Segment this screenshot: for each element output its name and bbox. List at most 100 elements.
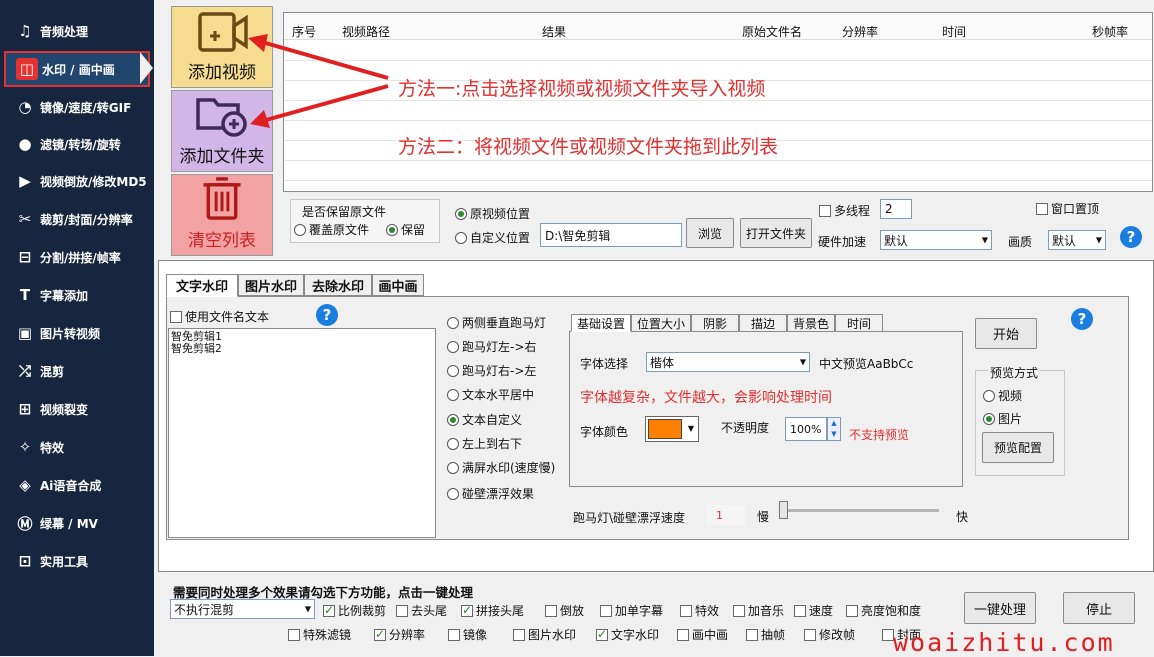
mode-radio-vertical-marquee[interactable]: 两侧垂直跑马灯 xyxy=(447,314,546,331)
mode-radio-marquee-left-right[interactable]: 跑马灯左->右 xyxy=(447,338,536,355)
start-button[interactable]: 开始 xyxy=(975,318,1037,349)
batch-checkbox[interactable]: 特殊滤镜 xyxy=(288,626,351,643)
settings-tab-stroke[interactable]: 描边 xyxy=(739,314,787,332)
batch-checkbox[interactable]: 修改帧 xyxy=(804,626,855,643)
quality-dropdown[interactable]: 默认 ▼ xyxy=(1048,230,1106,250)
sidebar-item[interactable]: ⊡ 实用工具 xyxy=(4,543,150,579)
original-location-radio[interactable]: 原视频位置 xyxy=(455,205,530,222)
sidebar-item[interactable]: ▶ 视频倒放/修改MD5 xyxy=(4,163,150,199)
sidebar-item[interactable]: ⤮ 混剪 xyxy=(4,353,150,389)
settings-tab-time[interactable]: 时间 xyxy=(835,314,883,332)
music-note-icon: ♫ xyxy=(18,22,32,40)
opacity-input[interactable]: 100% xyxy=(785,417,827,441)
sidebar-item[interactable]: ✧ 特效 xyxy=(4,429,150,465)
font-color-picker[interactable]: ▼ xyxy=(645,416,699,442)
sidebar-item-label: 滤镜/转场/旋转 xyxy=(40,137,121,152)
settings-tab-background[interactable]: 背景色 xyxy=(787,314,835,332)
sidebar-item[interactable]: T 字幕添加 xyxy=(4,277,150,313)
font-dropdown[interactable]: 楷体 ▼ xyxy=(646,352,810,372)
sidebar-item[interactable]: ✂ 裁剪/封面/分辨率 xyxy=(4,201,150,237)
batch-checkbox-label: 特殊滤镜 xyxy=(303,628,352,642)
speed-slider-handle[interactable] xyxy=(779,501,788,519)
batch-checkbox-label: 加单字幕 xyxy=(615,604,664,618)
batch-checkbox-label: 文字水印 xyxy=(611,628,660,642)
batch-checkbox-label: 图片水印 xyxy=(528,628,577,642)
tab-picture-in-picture[interactable]: 画中画 xyxy=(372,274,424,296)
stop-button[interactable]: 停止 xyxy=(1063,592,1135,624)
batch-checkbox[interactable]: 文字水印 xyxy=(596,626,659,643)
sidebar-item[interactable]: ▣ 图片转视频 xyxy=(4,315,150,351)
output-path-input[interactable]: D:\智免剪辑 xyxy=(540,223,682,247)
settings-tab-position[interactable]: 位置大小 xyxy=(631,314,691,332)
mode-radio-marquee-right-left[interactable]: 跑马灯右->左 xyxy=(447,362,536,379)
window-top-checkbox[interactable]: 窗口置顶 xyxy=(1036,200,1099,217)
grid-split-icon: ⊞ xyxy=(18,400,32,418)
batch-checkbox[interactable]: 亮度饱和度 xyxy=(846,602,921,619)
mode-radio-fullscreen[interactable]: 满屏水印(速度慢) xyxy=(447,459,555,476)
help-icon[interactable]: ? xyxy=(1120,226,1142,248)
sidebar-item-label: 裁剪/封面/分辨率 xyxy=(40,212,133,227)
batch-checkbox[interactable]: 加单字幕 xyxy=(600,602,663,619)
sidebar-item[interactable]: ⊟ 分割/拼接/帧率 xyxy=(4,239,150,275)
tab-image-watermark[interactable]: 图片水印 xyxy=(238,274,304,296)
thread-count-input[interactable]: 2 xyxy=(880,199,912,219)
subtitle-icon: T xyxy=(19,286,31,304)
watermark-text-area[interactable]: 智免剪辑1 智免剪辑2 xyxy=(168,328,436,538)
mode-radio-diagonal[interactable]: 左上到右下 xyxy=(447,435,522,452)
help-icon[interactable]: ? xyxy=(316,304,338,326)
batch-checkbox[interactable]: 比例裁剪 xyxy=(323,602,386,619)
batch-checkbox[interactable]: 倒放 xyxy=(545,602,584,619)
sidebar-item[interactable]: ● 滤镜/转场/旋转 xyxy=(4,126,150,162)
mode-radio-bounce[interactable]: 碰壁漂浮效果 xyxy=(447,485,534,502)
batch-checkbox[interactable]: 速度 xyxy=(794,602,833,619)
speed-fast-label: 快 xyxy=(956,510,969,524)
clear-list-button[interactable]: 清空列表 xyxy=(171,174,273,256)
column-header-result: 结果 xyxy=(542,25,567,39)
custom-location-radio[interactable]: 自定义位置 xyxy=(455,229,530,246)
speed-slider-track[interactable] xyxy=(779,509,939,512)
browse-button[interactable]: 浏览 xyxy=(686,218,734,248)
sidebar-item-label: 混剪 xyxy=(40,364,65,379)
sidebar-item[interactable]: Ⓜ 绿幕 / MV xyxy=(4,505,150,541)
sidebar-item[interactable]: ◈ Ai语音合成 xyxy=(4,467,150,503)
preview-image-radio[interactable]: 图片 xyxy=(983,410,1022,427)
multithread-checkbox[interactable]: 多线程 xyxy=(819,202,870,219)
use-filename-checkbox[interactable]: 使用文件名文本 xyxy=(170,308,269,325)
batch-checkbox[interactable]: 图片水印 xyxy=(513,626,576,643)
settings-tab-basic[interactable]: 基础设置 xyxy=(571,314,631,332)
batch-checkbox[interactable]: 加音乐 xyxy=(733,602,784,619)
scissors-icon: ✂ xyxy=(18,210,32,228)
file-list-table[interactable]: 序号 视频路径 结果 原始文件名 分辨率 时间 秒帧率 xyxy=(283,12,1153,192)
mode-label: 两侧垂直跑马灯 xyxy=(462,316,547,330)
tab-text-watermark[interactable]: 文字水印 xyxy=(166,274,238,297)
sidebar-item-label: 图片转视频 xyxy=(40,326,101,341)
preview-config-button[interactable]: 预览配置 xyxy=(982,432,1054,463)
batch-checkbox[interactable]: 抽帧 xyxy=(746,626,785,643)
mode-radio-horizontal-center[interactable]: 文本水平居中 xyxy=(447,386,534,403)
sidebar-item[interactable]: ◔ 镜像/速度/转GIF xyxy=(4,89,150,125)
overwrite-radio[interactable]: 覆盖原文件 xyxy=(294,221,369,238)
help-icon[interactable]: ? xyxy=(1071,308,1093,330)
add-folder-label: 添加文件夹 xyxy=(179,147,265,167)
preview-video-radio[interactable]: 视频 xyxy=(983,387,1022,404)
one-click-process-button[interactable]: 一键处理 xyxy=(964,592,1036,624)
mix-dropdown[interactable]: 不执行混剪 ▼ xyxy=(170,599,315,619)
sidebar-item[interactable]: ⊞ 视频裂变 xyxy=(4,391,150,427)
sidebar-item[interactable]: ◫ 水印 / 画中画 xyxy=(4,51,150,87)
column-header-fps: 秒帧率 xyxy=(1092,25,1129,39)
hw-accel-dropdown[interactable]: 默认 ▼ xyxy=(880,230,992,250)
batch-checkbox[interactable]: 去头尾 xyxy=(396,602,447,619)
keep-radio[interactable]: 保留 xyxy=(386,221,425,238)
batch-checkbox[interactable]: 特效 xyxy=(680,602,719,619)
batch-checkbox[interactable]: 镜像 xyxy=(448,626,487,643)
chevron-down-icon: ▼ xyxy=(304,604,311,614)
batch-checkbox[interactable]: 拼接头尾 xyxy=(461,602,524,619)
mode-radio-custom[interactable]: 文本自定义 xyxy=(447,411,522,428)
open-folder-button[interactable]: 打开文件夹 xyxy=(740,218,812,248)
sidebar-item[interactable]: ♫ 音频处理 xyxy=(4,13,150,49)
tab-remove-watermark[interactable]: 去除水印 xyxy=(304,274,372,296)
batch-checkbox[interactable]: 分辨率 xyxy=(374,626,425,643)
batch-checkbox[interactable]: 画中画 xyxy=(677,626,728,643)
settings-tab-shadow[interactable]: 阴影 xyxy=(691,314,739,332)
opacity-stepper[interactable]: ▲ ▼ xyxy=(827,417,841,441)
